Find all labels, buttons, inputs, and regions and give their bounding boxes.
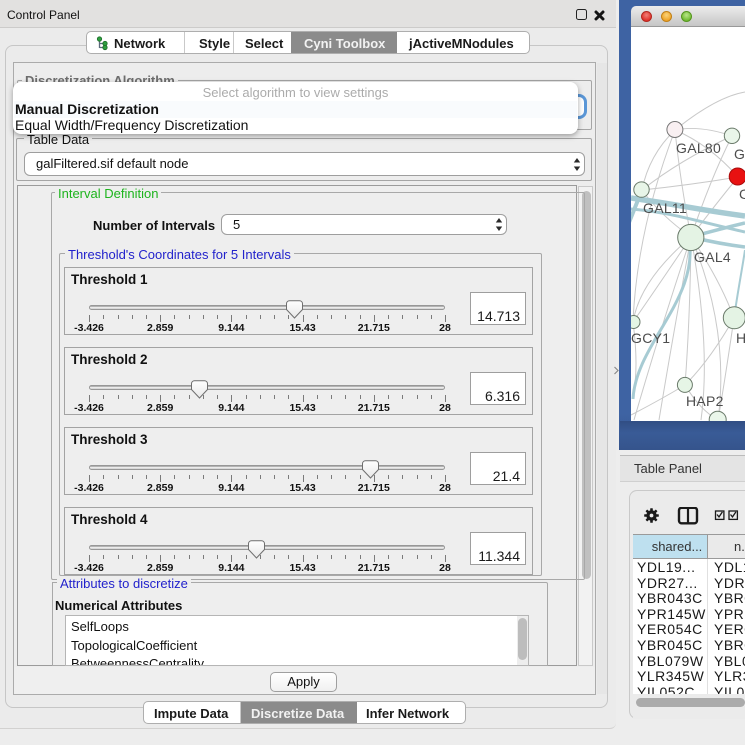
svg-text:G: G xyxy=(734,146,745,162)
svg-text:C: C xyxy=(739,186,745,202)
svg-text:GAL80: GAL80 xyxy=(676,140,721,156)
svg-text:GAL4: GAL4 xyxy=(694,249,731,265)
svg-text:GCY1: GCY1 xyxy=(631,330,670,346)
svg-text:HAP2: HAP2 xyxy=(686,393,724,409)
svg-text:H: H xyxy=(736,330,745,346)
svg-text:GAL11: GAL11 xyxy=(643,200,687,216)
